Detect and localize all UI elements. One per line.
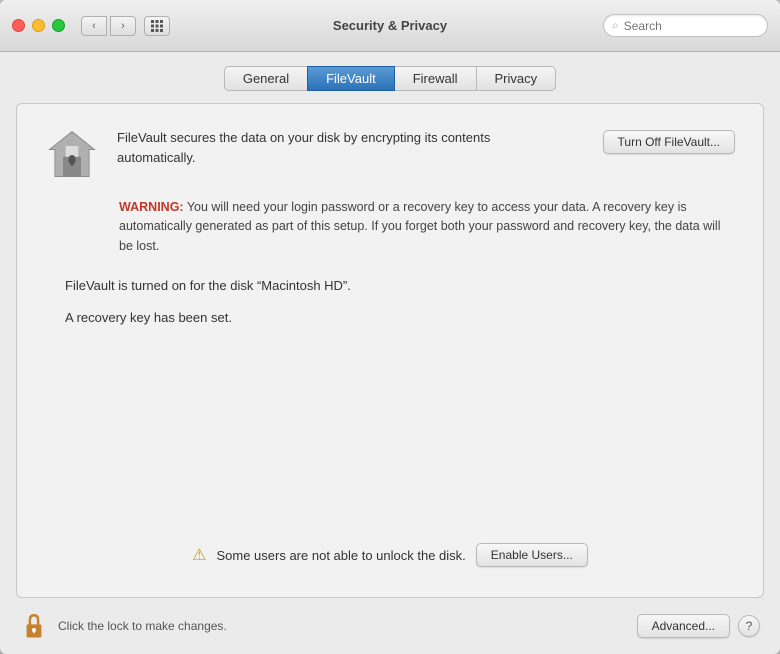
traffic-lights: [12, 19, 65, 32]
minimize-button[interactable]: [32, 19, 45, 32]
search-icon: ⌕: [612, 18, 619, 33]
tab-firewall[interactable]: Firewall: [394, 66, 477, 91]
advanced-button[interactable]: Advanced...: [637, 614, 730, 638]
forward-button[interactable]: ›: [110, 16, 136, 36]
fv-description: FileVault secures the data on your disk …: [117, 128, 497, 167]
turn-off-button[interactable]: Turn Off FileVault...: [603, 130, 735, 154]
lock-icon[interactable]: [20, 612, 48, 640]
status-recovery: A recovery key has been set.: [65, 308, 735, 328]
panel: FileVault secures the data on your disk …: [16, 103, 764, 598]
warning-body: You will need your login password or a r…: [119, 200, 720, 253]
status-disk: FileVault is turned on for the disk “Mac…: [65, 276, 735, 296]
window: ‹ › Security & Privacy ⌕ Genera: [0, 0, 780, 654]
back-button[interactable]: ‹: [81, 16, 107, 36]
nav-buttons: ‹ ›: [81, 16, 136, 36]
warning-label: WARNING:: [119, 200, 184, 214]
warning-row: ⚠ Some users are not able to unlock the …: [45, 531, 735, 573]
filevault-icon: [45, 128, 99, 182]
warning-users-text: Some users are not able to unlock the di…: [216, 548, 465, 563]
warning-text: WARNING: You will need your login passwo…: [45, 198, 735, 256]
tab-filevault[interactable]: FileVault: [307, 66, 395, 91]
window-title: Security & Privacy: [333, 18, 447, 33]
tab-general[interactable]: General: [224, 66, 308, 91]
status-lines: FileVault is turned on for the disk “Mac…: [45, 276, 735, 531]
warning-users-icon: ⚠: [192, 545, 206, 565]
fv-header-left: FileVault secures the data on your disk …: [45, 128, 497, 182]
close-button[interactable]: [12, 19, 25, 32]
help-button[interactable]: ?: [738, 615, 760, 637]
search-box[interactable]: ⌕: [603, 14, 768, 37]
grid-button[interactable]: [144, 16, 170, 36]
content-area: General FileVault Firewall Privacy: [0, 52, 780, 598]
enable-users-button[interactable]: Enable Users...: [476, 543, 588, 567]
titlebar: ‹ › Security & Privacy ⌕: [0, 0, 780, 52]
maximize-button[interactable]: [52, 19, 65, 32]
lock-text: Click the lock to make changes.: [58, 619, 227, 633]
bottom-right: Advanced... ?: [637, 614, 760, 638]
search-input[interactable]: [624, 19, 759, 33]
tabs-row: General FileVault Firewall Privacy: [16, 52, 764, 103]
fv-header: FileVault secures the data on your disk …: [45, 128, 735, 182]
tab-privacy[interactable]: Privacy: [476, 66, 557, 91]
bottom-bar: Click the lock to make changes. Advanced…: [0, 598, 780, 654]
